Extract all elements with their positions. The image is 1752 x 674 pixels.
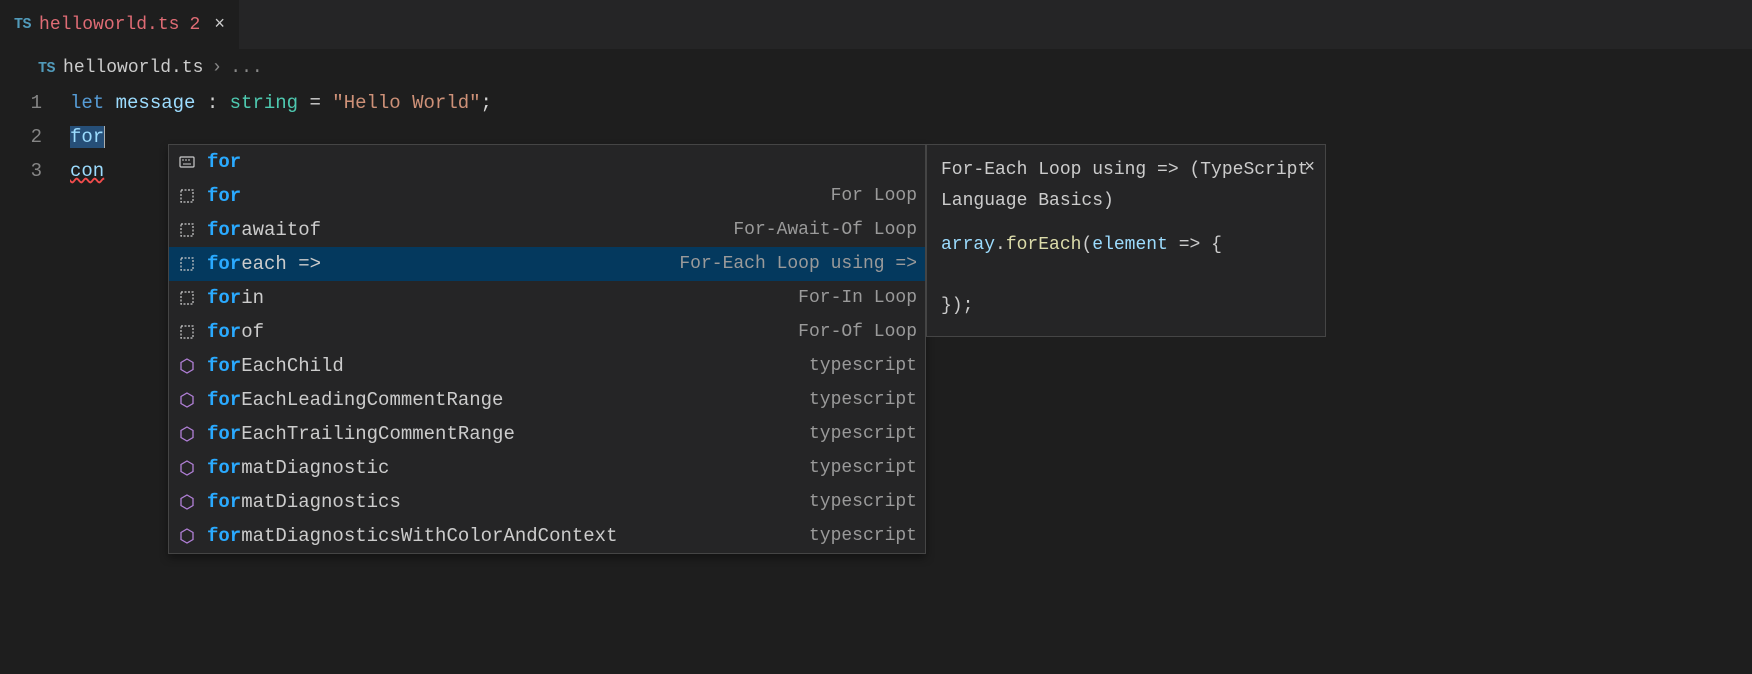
doc-snippet: array.forEach(element => { });	[941, 230, 1311, 322]
tab-filename: helloworld.ts	[39, 15, 179, 35]
snippet-icon	[177, 188, 197, 204]
autocomplete-item[interactable]: formatDiagnostics typescript	[169, 485, 925, 519]
suggestion-documentation-panel: × For-Each Loop using => (TypeScript Lan…	[926, 144, 1326, 337]
tab-bar: TS helloworld.ts 2 ×	[0, 0, 1752, 50]
autocomplete-item-detail: typescript	[809, 526, 917, 546]
autocomplete-item[interactable]: formatDiagnostic typescript	[169, 451, 925, 485]
autocomplete-item-label: forin	[207, 287, 264, 309]
line-number: 1	[0, 92, 70, 114]
autocomplete-item-label: formatDiagnosticsWithColorAndContext	[207, 525, 617, 547]
chevron-right-icon: ›	[211, 58, 222, 78]
function-icon	[177, 426, 197, 442]
autocomplete-item-detail: typescript	[809, 390, 917, 410]
autocomplete-item-label: formatDiagnostics	[207, 491, 401, 513]
code-line: 1 let message : string = "Hello World";	[0, 86, 1752, 120]
function-icon	[177, 494, 197, 510]
snippet-icon	[177, 290, 197, 306]
autocomplete-popup[interactable]: for for For Loop forawaitof For-Await-Of Loo…	[168, 144, 926, 554]
typescript-file-icon: TS	[14, 16, 31, 33]
keyword-icon	[177, 154, 197, 170]
autocomplete-item-label: for	[207, 151, 241, 173]
breadcrumb[interactable]: TS helloworld.ts › ...	[0, 50, 1752, 82]
autocomplete-item[interactable]: forEachLeadingCommentRange typescript	[169, 383, 925, 417]
autocomplete-item[interactable]: for For Loop	[169, 179, 925, 213]
autocomplete-item-detail: For-Of Loop	[798, 322, 917, 342]
autocomplete-item-label: foreach =>	[207, 253, 321, 275]
autocomplete-item[interactable]: forof For-Of Loop	[169, 315, 925, 349]
autocomplete-item-label: for	[207, 185, 241, 207]
snippet-icon	[177, 222, 197, 238]
snippet-icon	[177, 324, 197, 340]
line-number: 3	[0, 160, 70, 182]
autocomplete-item-label: forEachTrailingCommentRange	[207, 423, 515, 445]
autocomplete-item[interactable]: foreach => For-Each Loop using =>	[169, 247, 925, 281]
tab-problem-count: 2	[189, 15, 200, 35]
function-icon	[177, 460, 197, 476]
autocomplete-item-detail: For Loop	[831, 186, 917, 206]
autocomplete-item[interactable]: forin For-In Loop	[169, 281, 925, 315]
close-icon[interactable]: ×	[1304, 153, 1315, 184]
text-cursor	[104, 126, 105, 148]
autocomplete-item-detail: For-In Loop	[798, 288, 917, 308]
breadcrumb-more: ...	[230, 58, 262, 78]
autocomplete-item-label: forEachLeadingCommentRange	[207, 389, 503, 411]
editor-tab[interactable]: TS helloworld.ts 2 ×	[0, 0, 240, 49]
typescript-file-icon: TS	[38, 60, 55, 77]
autocomplete-item-detail: typescript	[809, 356, 917, 376]
autocomplete-item[interactable]: forawaitof For-Await-Of Loop	[169, 213, 925, 247]
snippet-icon	[177, 256, 197, 272]
autocomplete-item-label: forEachChild	[207, 355, 344, 377]
autocomplete-item-detail: For-Await-Of Loop	[733, 220, 917, 240]
autocomplete-item[interactable]: forEachTrailingCommentRange typescript	[169, 417, 925, 451]
autocomplete-item-label: forof	[207, 321, 264, 343]
doc-title: For-Each Loop using => (TypeScript Langu…	[941, 155, 1311, 216]
code-editor[interactable]: 1 let message : string = "Hello World"; …	[0, 82, 1752, 188]
autocomplete-item[interactable]: forEachChild typescript	[169, 349, 925, 383]
code-content[interactable]: con	[70, 160, 104, 182]
line-number: 2	[0, 126, 70, 148]
autocomplete-item-label: forawaitof	[207, 219, 321, 241]
autocomplete-item[interactable]: formatDiagnosticsWithColorAndContext type…	[169, 519, 925, 553]
autocomplete-item-detail: For-Each Loop using =>	[679, 254, 917, 274]
autocomplete-item[interactable]: for	[169, 145, 925, 179]
function-icon	[177, 392, 197, 408]
function-icon	[177, 358, 197, 374]
code-content[interactable]: let message : string = "Hello World";	[70, 92, 492, 114]
autocomplete-item-detail: typescript	[809, 458, 917, 478]
code-content[interactable]: for	[70, 126, 105, 148]
breadcrumb-file: helloworld.ts	[63, 58, 203, 78]
autocomplete-item-detail: typescript	[809, 492, 917, 512]
function-icon	[177, 528, 197, 544]
autocomplete-item-detail: typescript	[809, 424, 917, 444]
autocomplete-item-label: formatDiagnostic	[207, 457, 389, 479]
close-icon[interactable]: ×	[214, 15, 225, 35]
